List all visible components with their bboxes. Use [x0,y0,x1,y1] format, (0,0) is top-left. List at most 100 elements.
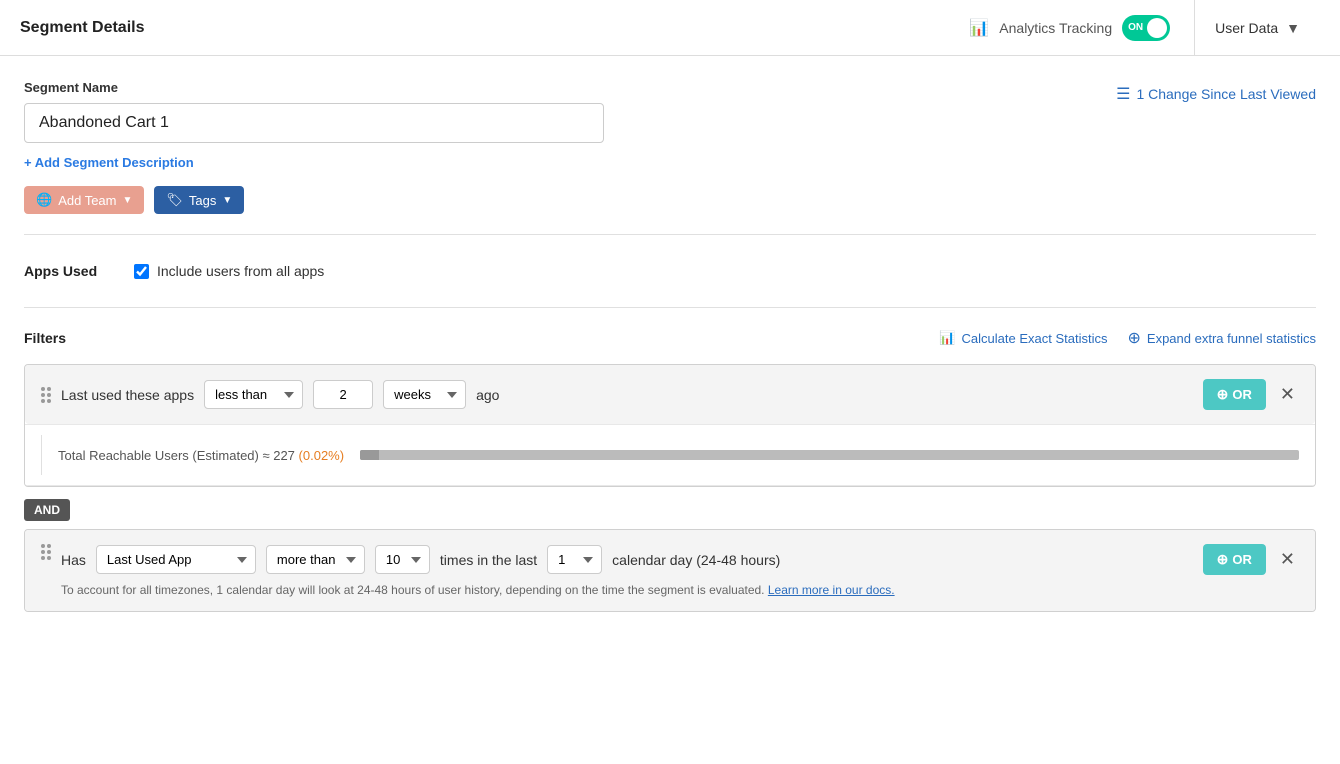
filter-2-or-button[interactable]: ⊕ OR [1203,544,1266,575]
calc-icon: 📊 [939,330,955,346]
tags-caret-icon: ▼ [222,195,232,206]
apps-used-section: Apps Used Include users from all apps [24,255,1316,287]
calc-stats-label: Calculate Exact Statistics [962,331,1108,346]
stats-base-text: Total Reachable Users (Estimated) ≈ 227 [58,448,295,463]
filter-1-label: Last used these apps [61,387,194,403]
analytics-label: Analytics Tracking [999,20,1112,36]
filters-actions: 📊 Calculate Exact Statistics ⊕ Expand ex… [939,328,1316,348]
user-data-caret-icon: ▼ [1286,20,1300,36]
change-since-viewed-label: 1 Change Since Last Viewed [1136,86,1316,102]
segment-name-section: Segment Name ☰ 1 Change Since Last Viewe… [24,80,1316,214]
filter-1-ago-text: ago [476,387,499,403]
drag-dot [47,399,51,403]
filter-1-row: Last used these apps less than more than… [25,365,1315,424]
filter-2-suffix: calendar day (24-48 hours) [612,552,780,568]
learn-more-link[interactable]: Learn more in our docs. [768,583,895,597]
or-plus-icon: ⊕ [1217,386,1229,403]
expand-funnel-button[interactable]: ⊕ Expand extra funnel statistics [1128,328,1317,348]
divider-1 [24,234,1316,235]
include-all-apps-checkbox[interactable] [134,264,149,279]
filter-2-value-select[interactable]: 10 5 20 [375,545,430,574]
or-plus-icon-2: ⊕ [1217,551,1229,568]
toggle-knob [1147,18,1167,38]
segment-name-label: Segment Name [24,80,604,95]
drag-dot [47,387,51,391]
filter-2-note: To account for all timezones, 1 calendar… [61,583,1299,597]
stats-bar [360,450,1299,460]
app-header: Segment Details 📊 Analytics Tracking ON … [0,0,1340,56]
drag-dot [41,387,45,391]
header-right: 📊 Analytics Tracking ON User Data ▼ [945,0,1320,56]
expand-plus-icon: ⊕ [1128,328,1141,348]
drag-dot [47,550,51,554]
filter-2-drag-handle[interactable] [41,544,51,560]
globe-icon: 🌐 [36,192,52,208]
analytics-tracking-section: 📊 Analytics Tracking ON [945,0,1195,56]
segment-name-left: Segment Name [24,80,604,143]
add-description-link[interactable]: + Add Segment Description [24,155,194,170]
user-data-button[interactable]: User Data ▼ [1195,0,1320,56]
main-content: Segment Name ☰ 1 Change Since Last Viewe… [0,56,1340,764]
list-icon: ☰ [1116,84,1130,104]
stats-divider [41,435,42,475]
filter-1-wrapper: Last used these apps less than more than… [24,364,1316,487]
filter-2-comparison-select[interactable]: more than less than exactly [266,545,365,574]
filter-2-row: Has Last Used App First Used App more th… [25,530,1315,611]
filters-header: Filters 📊 Calculate Exact Statistics ⊕ E… [24,328,1316,348]
filter-1-or-button[interactable]: ⊕ OR [1203,379,1266,410]
drag-dot [41,550,45,554]
filter-2-count-select[interactable]: 1 2 7 30 [547,545,602,574]
and-badge: AND [24,499,70,521]
analytics-icon: 📊 [969,18,989,38]
filter-2-middle-text: times in the last [440,552,537,568]
filter-2-or-label: OR [1232,552,1252,567]
stats-text: Total Reachable Users (Estimated) ≈ 227 … [58,448,344,463]
filter-1-value-input[interactable] [313,380,373,409]
tags-label: Tags [189,193,216,208]
analytics-toggle[interactable]: ON [1122,15,1170,41]
add-team-caret-icon: ▼ [122,195,132,206]
drag-dot [47,544,51,548]
filter-1-drag-handle[interactable] [41,387,51,403]
filter-2-property-select[interactable]: Last Used App First Used App [96,545,256,574]
segment-name-input[interactable] [24,103,604,143]
include-all-apps-label: Include users from all apps [157,263,324,279]
toggle-on-label: ON [1128,22,1143,33]
apps-used-label: Apps Used [24,263,114,279]
filters-title: Filters [24,330,66,346]
filter-2-note-text: To account for all timezones, 1 calendar… [61,583,765,597]
drag-dot [41,399,45,403]
include-all-apps-checkbox-row: Include users from all apps [134,263,324,279]
drag-dot [41,556,45,560]
filter-1-comparison-select[interactable]: less than more than exactly [204,380,303,409]
divider-2 [24,307,1316,308]
drag-dot [47,393,51,397]
filter-2-close-button[interactable]: ✕ [1276,549,1299,570]
add-description-label: + Add Segment Description [24,155,194,170]
filter-2-prefix: Has [61,552,86,568]
filter-1-close-button[interactable]: ✕ [1276,384,1299,405]
drag-dot [41,393,45,397]
drag-dot [41,544,45,548]
and-separator: AND [24,491,1316,529]
filter-2-content: Has Last Used App First Used App more th… [61,544,1299,597]
tags-row: 🌐 Add Team ▼ 🏷 Tags ▼ [24,186,1316,214]
filter-1-unit-select[interactable]: hours days weeks months [383,380,466,409]
tags-button[interactable]: 🏷 Tags ▼ [154,186,244,214]
filter-2-wrapper: Has Last Used App First Used App more th… [24,529,1316,612]
page-title: Segment Details [20,19,144,37]
filter-1-stats-row: Total Reachable Users (Estimated) ≈ 227 … [25,424,1315,486]
stats-bar-fill [360,450,379,460]
segment-name-row: Segment Name ☰ 1 Change Since Last Viewe… [24,80,1316,143]
add-team-label: Add Team [58,193,116,208]
filter-2-top: Has Last Used App First Used App more th… [61,544,1299,575]
expand-funnel-label: Expand extra funnel statistics [1147,331,1316,346]
stats-percent: (0.02%) [299,448,345,463]
user-data-label: User Data [1215,20,1278,36]
add-team-button[interactable]: 🌐 Add Team ▼ [24,186,144,214]
calculate-exact-statistics-button[interactable]: 📊 Calculate Exact Statistics [939,330,1107,346]
filter-1-or-label: OR [1232,387,1252,402]
tag-icon: 🏷 [166,192,183,208]
drag-dot [47,556,51,560]
change-since-viewed-link[interactable]: ☰ 1 Change Since Last Viewed [1116,84,1316,104]
